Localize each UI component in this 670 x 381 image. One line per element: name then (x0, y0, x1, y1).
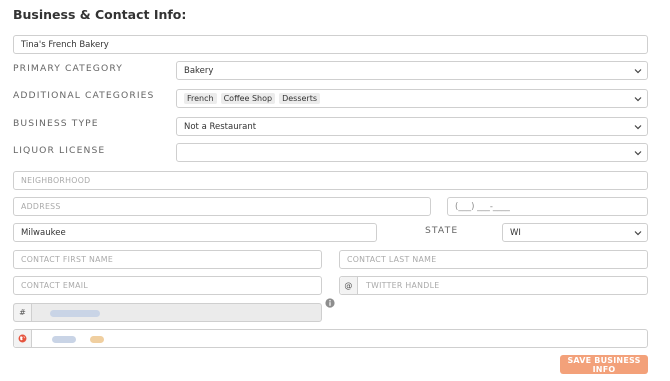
city-input[interactable]: Milwaukee (13, 223, 377, 242)
phone-mask: (___) ___-____ (455, 201, 510, 212)
business-name-input[interactable]: Tina's French Bakery (13, 35, 648, 54)
state-label: STATE (425, 225, 459, 236)
twitter-handle-placeholder: TWITTER HANDLE (366, 281, 440, 290)
contact-last-name-placeholder: CONTACT LAST NAME (347, 255, 437, 264)
contact-email-input[interactable]: CONTACT EMAIL (13, 276, 322, 295)
primary-category-select[interactable]: Bakery (176, 61, 648, 80)
address-placeholder: ADDRESS (21, 202, 61, 211)
liquor-license-select[interactable] (176, 143, 648, 162)
contact-email-placeholder: CONTACT EMAIL (21, 281, 88, 290)
chevron-down-icon (634, 95, 642, 103)
city-value: Milwaukee (21, 227, 66, 238)
globe-icon (18, 334, 27, 343)
business-type-label: BUSINESS TYPE (13, 118, 99, 129)
website-input[interactable] (13, 329, 648, 348)
redacted-value (52, 336, 76, 343)
contact-last-name-input[interactable]: CONTACT LAST NAME (339, 250, 648, 269)
globe-addon (14, 330, 32, 347)
id-field: # (13, 303, 322, 322)
category-tag[interactable]: Coffee Shop (220, 93, 276, 104)
twitter-handle-input[interactable]: @ TWITTER HANDLE (339, 276, 648, 295)
business-type-select[interactable]: Not a Restaurant (176, 117, 648, 136)
primary-category-label: PRIMARY CATEGORY (13, 63, 123, 74)
liquor-license-label: LIQUOR LICENSE (13, 145, 106, 156)
chevron-down-icon (634, 123, 642, 131)
chevron-down-icon (634, 229, 642, 237)
category-tag[interactable]: Desserts (279, 93, 321, 104)
neighborhood-placeholder: NEIGHBORHOOD (21, 176, 91, 185)
additional-categories-label: ADDITIONAL CATEGORIES (13, 90, 155, 101)
save-business-info-button[interactable]: SAVE BUSINESS INFO (560, 355, 648, 374)
section-title: Business & Contact Info: (13, 7, 187, 22)
redacted-value (50, 310, 100, 317)
business-name-value: Tina's French Bakery (21, 39, 109, 50)
category-tag[interactable]: French (184, 93, 217, 104)
state-select[interactable]: WI (502, 223, 648, 242)
chevron-down-icon (634, 149, 642, 157)
additional-categories-select[interactable]: French Coffee Shop Desserts (176, 89, 648, 108)
phone-input[interactable]: (___) ___-____ (447, 197, 648, 216)
contact-first-name-input[interactable]: CONTACT FIRST NAME (13, 250, 322, 269)
contact-first-name-placeholder: CONTACT FIRST NAME (21, 255, 114, 264)
business-type-value: Not a Restaurant (184, 121, 257, 132)
neighborhood-input[interactable]: NEIGHBORHOOD (13, 171, 648, 190)
at-sign-addon: @ (340, 277, 358, 294)
hash-addon: # (14, 304, 32, 321)
info-icon[interactable] (325, 298, 335, 308)
address-input[interactable]: ADDRESS (13, 197, 431, 216)
chevron-down-icon (634, 67, 642, 75)
primary-category-value: Bakery (184, 65, 214, 76)
state-value: WI (510, 227, 521, 238)
redacted-value (90, 336, 104, 343)
